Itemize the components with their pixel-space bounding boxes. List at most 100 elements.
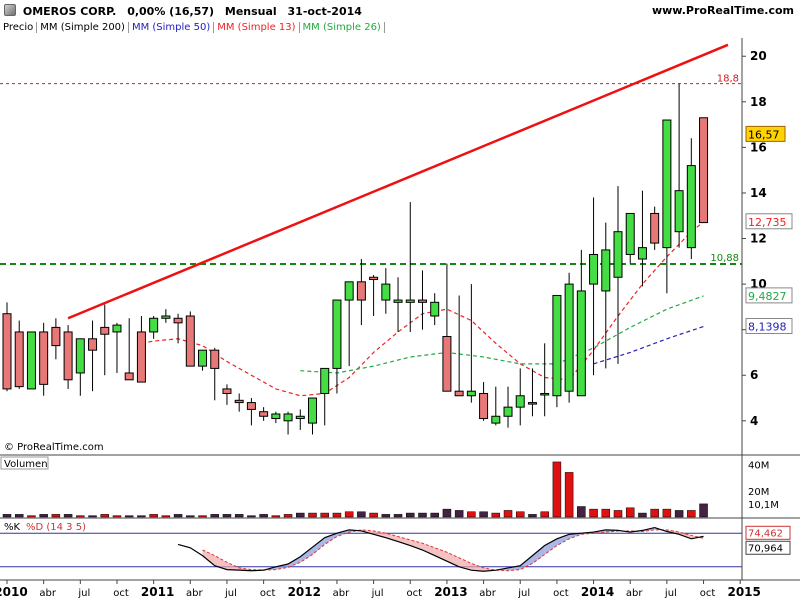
price-tick-label: 18 [750,95,767,109]
stoch-fill [410,539,423,550]
volume-bar [137,515,146,518]
x-tick-label: oct [406,588,422,599]
volume-bar [357,511,366,518]
volume-bar [515,511,525,518]
candle-body [63,331,73,381]
volume-bar [393,514,403,518]
volume-bar [296,512,305,518]
volume-bar [638,512,647,518]
candle-body [259,411,269,417]
volume-bar [308,512,317,518]
candle-body [540,392,550,396]
candle-body [454,390,464,397]
candle-body [198,349,208,367]
price-tick-label: 6 [750,368,758,382]
candle-body [356,281,366,301]
candle[interactable] [552,294,562,408]
x-tick-label: jul [371,588,384,599]
volume-bar [259,514,268,518]
stoch-tick-label: 70,964 [748,543,783,554]
volume-bar [430,512,439,518]
candle-body [552,294,562,397]
stoch-tick-label: 74,462 [748,528,783,539]
candle[interactable] [699,117,709,224]
volume-bar [186,515,195,518]
x-tick-label: oct [260,588,276,599]
candle-body [662,119,672,249]
candle-body [161,315,171,319]
volume-bar [699,503,708,518]
candle[interactable] [185,311,195,367]
candle-body [503,406,513,417]
price-tick-label: 4 [750,414,758,428]
price-tick-label: 16 [750,140,767,154]
candle-body [430,301,440,317]
candle[interactable] [63,325,73,389]
volume-bar [662,508,672,518]
stoch-fill [385,533,399,542]
volume-bar [381,514,391,518]
volume-bar [491,512,501,518]
candle-body [576,290,586,397]
candle-body [405,299,415,303]
volume-bar [332,512,342,518]
candle-body [564,283,574,392]
volume-bar [601,508,611,518]
x-tick-label: abr [39,588,56,599]
volume-bar [161,515,171,518]
candle[interactable] [39,322,49,396]
stoch-k-line [177,526,704,572]
volume-bar [76,515,85,518]
volume-bar [320,512,329,518]
volume-tick-label: 10,1M [748,500,779,511]
candle[interactable] [26,331,36,390]
volume-title: Volumen [4,459,48,470]
candle-body [686,165,696,249]
volume-bar [479,511,488,518]
candle-body [442,336,452,392]
stoch-fill [226,562,240,571]
candle-body [112,324,122,333]
candle[interactable] [650,206,660,250]
candle-body [308,397,317,424]
x-tick-label: oct [700,588,716,599]
stoch-k-label: %K [4,522,21,533]
candle-body [674,190,684,233]
candle-body [100,326,110,335]
volume-bar [674,510,684,518]
volume-bar [149,514,158,518]
price-tick-label: 14 [750,186,767,200]
volume-bar [39,514,48,518]
volume-bar [247,515,256,518]
ma13-tag-label: 12,735 [748,216,787,229]
candle-body [699,117,709,224]
candle-body [515,395,525,408]
x-tick-label: 2010 [0,585,28,599]
x-tick-label: 2014 [581,585,614,599]
ma50-tag-label: 8,1398 [748,320,787,333]
volume-bar [564,472,574,518]
x-tick-label: abr [186,588,203,599]
chart-canvas[interactable]: 20181614121086418,810,8816,5712,7359,482… [0,0,800,600]
candle[interactable] [564,272,574,403]
x-tick-label: jul [77,588,90,599]
volume-bar [210,514,219,518]
chart-window: OMEROS CORP. 0,00% (16,57) Mensual 31-oc… [0,0,800,600]
candle-body [601,249,611,292]
volume-bar [650,508,659,518]
candle-body [466,390,476,397]
candle[interactable] [2,302,12,392]
candle-body [332,299,342,369]
volume-bar [625,507,635,518]
candle-body [479,392,489,420]
x-tick-label: 2013 [434,585,467,599]
candle-body [527,402,537,405]
x-tick-label: abr [626,588,643,599]
volume-bar [14,514,24,518]
candle-body [637,247,647,260]
volume-bar [88,515,97,518]
volume-bar [234,514,244,518]
volume-bar [577,506,586,518]
candle-body [369,276,379,281]
x-tick-label: abr [333,588,350,599]
